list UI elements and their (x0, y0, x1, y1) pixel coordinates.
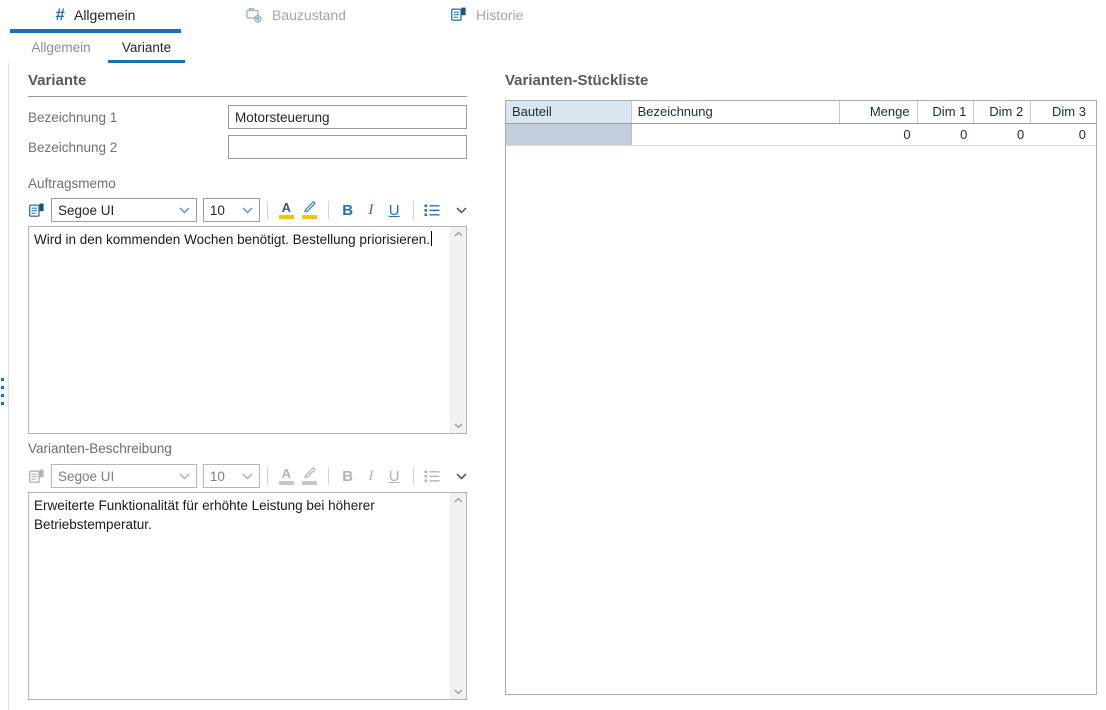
sub-tab-variante[interactable]: Variante (108, 36, 185, 60)
main-tab-historie[interactable]: Historie (450, 0, 523, 29)
toolbar-more-chevron-icon[interactable] (456, 473, 467, 480)
bullet-list-icon (424, 203, 440, 217)
splitter-grip[interactable] (1, 378, 6, 405)
scroll-down-icon[interactable] (454, 423, 463, 429)
chevron-down-icon (242, 207, 253, 214)
table-row[interactable]: 0 0 0 0 (506, 124, 1096, 146)
pencil-icon (303, 201, 316, 213)
column-header-dim3[interactable]: Dim 3 (1031, 101, 1096, 123)
bullet-list-button (421, 464, 444, 488)
scroll-up-icon[interactable] (454, 497, 463, 503)
varianten-beschreibung-textarea[interactable]: Erweiterte Funktionalität für erhöhte Le… (28, 492, 467, 700)
underline-button: U (383, 464, 406, 488)
varianten-stueckliste-table: Bauteil Bezeichnung Menge Dim 1 Dim 2 Di… (505, 100, 1097, 695)
table-header-row: Bauteil Bezeichnung Menge Dim 1 Dim 2 Di… (506, 101, 1096, 124)
toolbar-separator (328, 201, 329, 219)
pencil-icon (303, 467, 316, 479)
font-size-select: 10 (203, 464, 260, 488)
bold-button: B (336, 464, 359, 488)
text-caret (431, 231, 432, 246)
toolbar-separator (413, 201, 414, 219)
font-size-select[interactable]: 10 (203, 198, 260, 222)
memo-doc-icon (28, 202, 45, 219)
toolbar-separator (413, 467, 414, 485)
highlight-color-swatch (302, 215, 317, 219)
memo-rtf-toolbar: Segoe UI 10 A B I U (28, 197, 467, 223)
column-header-menge[interactable]: Menge (840, 101, 918, 123)
memo-scrollbar[interactable] (450, 227, 466, 433)
highlight-button (298, 464, 321, 488)
cell-dim2[interactable]: 0 (974, 124, 1031, 145)
cell-menge[interactable]: 0 (840, 124, 918, 145)
hash-icon: # (56, 5, 65, 25)
bold-button[interactable]: B (336, 198, 359, 222)
memo-doc-icon (28, 468, 45, 485)
cell-bauteil-selected[interactable] (506, 124, 632, 145)
variante-section-heading: Variante (28, 72, 86, 89)
bullet-list-icon (424, 469, 440, 483)
italic-button: I (359, 464, 382, 488)
panel-left-border (8, 63, 9, 710)
auftragsmemo-label: Auftragsmemo (28, 176, 116, 191)
main-tab-label: Allgemein (74, 7, 135, 23)
column-header-dim1[interactable]: Dim 1 (918, 101, 975, 123)
column-header-bauteil[interactable]: Bauteil (506, 101, 632, 123)
scroll-up-icon[interactable] (454, 231, 463, 237)
column-header-bezeichnung[interactable]: Bezeichnung (632, 101, 840, 123)
bezeichnung1-input[interactable] (228, 105, 467, 129)
main-tab-bauzustand[interactable]: Bauzustand (245, 0, 346, 29)
toolbar-separator (267, 201, 268, 219)
font-color-swatch (279, 215, 294, 219)
active-subtab-underline (108, 60, 185, 63)
font-color-button[interactable]: A (275, 198, 298, 222)
chevron-down-icon (179, 207, 190, 214)
bezeichnung2-input[interactable] (228, 135, 467, 159)
font-family-value: Segoe UI (58, 203, 114, 218)
chevron-down-icon (242, 473, 253, 480)
column-header-dim2[interactable]: Dim 2 (974, 101, 1031, 123)
sub-tab-label: Variante (122, 40, 171, 55)
active-tab-underline (10, 29, 181, 33)
beschreibung-rtf-toolbar: Segoe UI 10 A B I U (28, 463, 467, 489)
varianten-beschreibung-text: Erweiterte Funktionalität für erhöhte Le… (34, 498, 375, 532)
sub-tab-label: Allgemein (31, 40, 90, 55)
toolbar-more-chevron-icon[interactable] (456, 207, 467, 214)
cell-dim3[interactable]: 0 (1031, 124, 1096, 145)
stueckliste-section-heading: Varianten-Stückliste (505, 72, 648, 89)
cell-bezeichnung[interactable] (632, 124, 840, 145)
heading-rule (28, 96, 467, 97)
font-family-select[interactable]: Segoe UI (51, 198, 197, 222)
highlight-button[interactable] (298, 198, 321, 222)
machine-icon (245, 6, 263, 24)
main-tab-label: Bauzustand (272, 7, 346, 23)
italic-button[interactable]: I (359, 198, 382, 222)
font-family-select: Segoe UI (51, 464, 197, 488)
main-tab-label: Historie (476, 7, 523, 23)
highlight-color-swatch (302, 481, 317, 485)
cell-dim1[interactable]: 0 (918, 124, 975, 145)
font-family-value: Segoe UI (58, 469, 114, 484)
auftragsmemo-textarea[interactable]: Wird in den kommenden Wochen benötigt. B… (28, 226, 467, 434)
chevron-down-icon (179, 473, 190, 480)
font-color-button: A (275, 464, 298, 488)
toolbar-separator (267, 467, 268, 485)
bullet-list-button[interactable] (421, 198, 444, 222)
font-size-value: 10 (210, 203, 225, 218)
beschreibung-scrollbar[interactable] (450, 493, 466, 699)
auftragsmemo-text: Wird in den kommenden Wochen benötigt. B… (34, 232, 430, 247)
main-tab-allgemein[interactable]: # Allgemein (10, 0, 181, 29)
varianten-beschreibung-label: Varianten-Beschreibung (28, 441, 172, 456)
sub-tab-allgemein[interactable]: Allgemein (18, 36, 104, 60)
scroll-down-icon[interactable] (454, 689, 463, 695)
font-size-value: 10 (210, 469, 225, 484)
bezeichnung1-label: Bezeichnung 1 (28, 110, 117, 125)
font-color-swatch (279, 481, 294, 485)
underline-button[interactable]: U (383, 198, 406, 222)
bezeichnung2-label: Bezeichnung 2 (28, 140, 117, 155)
toolbar-separator (328, 467, 329, 485)
history-book-icon (450, 6, 467, 23)
